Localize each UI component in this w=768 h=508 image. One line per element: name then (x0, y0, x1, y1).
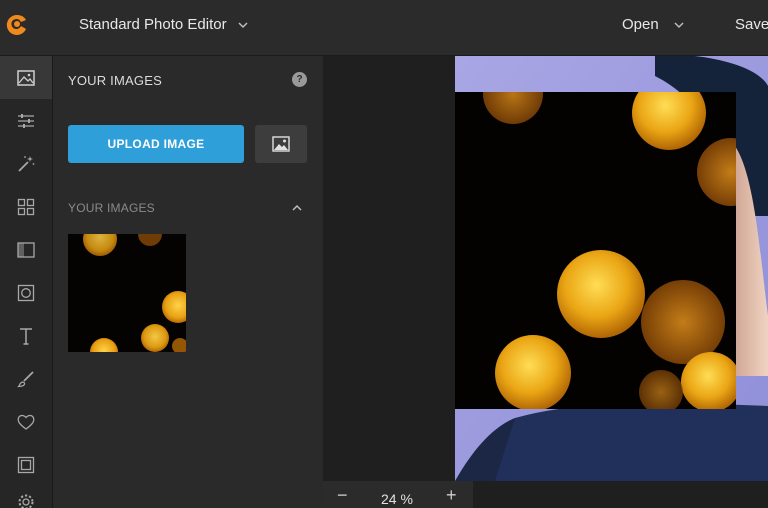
upload-image-button[interactable]: UPLOAD IMAGE (68, 125, 244, 163)
sliders-icon (18, 113, 34, 128)
heart-icon (17, 414, 35, 430)
texture-icon (17, 241, 35, 258)
app-logo-icon[interactable] (6, 14, 28, 36)
left-toolbar (0, 56, 53, 508)
tool-stickers[interactable] (0, 400, 52, 443)
open-label: Open (622, 16, 659, 33)
section-title: YOUR IMAGES (68, 201, 155, 215)
tool-layouts[interactable] (0, 185, 52, 228)
zoom-control: − 24 % + (323, 481, 473, 508)
gear-icon (18, 494, 34, 508)
image-icon (272, 136, 290, 152)
stock-images-button[interactable] (255, 125, 307, 163)
tool-images[interactable] (0, 56, 52, 99)
zoom-level: 24 % (381, 491, 413, 507)
canvas-area[interactable] (323, 56, 768, 481)
bokeh-layer-image (455, 92, 736, 409)
image-layer[interactable] (455, 92, 736, 409)
images-panel: YOUR IMAGES ? UPLOAD IMAGE YOUR IMAGES (53, 56, 323, 508)
tool-textures[interactable] (0, 228, 52, 271)
frame-icon (17, 284, 35, 301)
panel-title: YOUR IMAGES (68, 73, 162, 88)
text-icon (20, 327, 32, 345)
tool-frames[interactable] (0, 271, 52, 314)
chevron-down-icon (238, 21, 248, 28)
bokeh-thumbnail-image (68, 234, 186, 352)
zoom-in-button[interactable]: + (446, 485, 457, 506)
help-icon[interactable]: ? (292, 72, 307, 87)
editor-mode-dropdown[interactable]: Standard Photo Editor (79, 16, 249, 33)
open-menu[interactable]: Open (622, 16, 685, 33)
tool-draw[interactable] (0, 357, 52, 400)
tool-effects[interactable] (0, 142, 52, 185)
top-bar: Standard Photo Editor Open Save (0, 0, 768, 56)
image-icon (17, 69, 35, 86)
tool-settings[interactable] (0, 486, 52, 508)
zoom-out-button[interactable]: − (337, 485, 348, 506)
tool-adjust[interactable] (0, 99, 52, 142)
grid-icon (17, 198, 35, 215)
tool-text[interactable] (0, 314, 52, 357)
chevron-down-icon (674, 21, 684, 28)
tool-borders[interactable] (0, 443, 52, 486)
app-title: Standard Photo Editor (79, 16, 227, 33)
chevron-up-icon[interactable] (291, 202, 303, 214)
brush-icon (17, 370, 34, 387)
magic-wand-icon (18, 155, 35, 172)
save-button[interactable]: Save (735, 16, 768, 33)
border-icon (17, 456, 35, 473)
image-thumbnail[interactable] (68, 234, 186, 352)
